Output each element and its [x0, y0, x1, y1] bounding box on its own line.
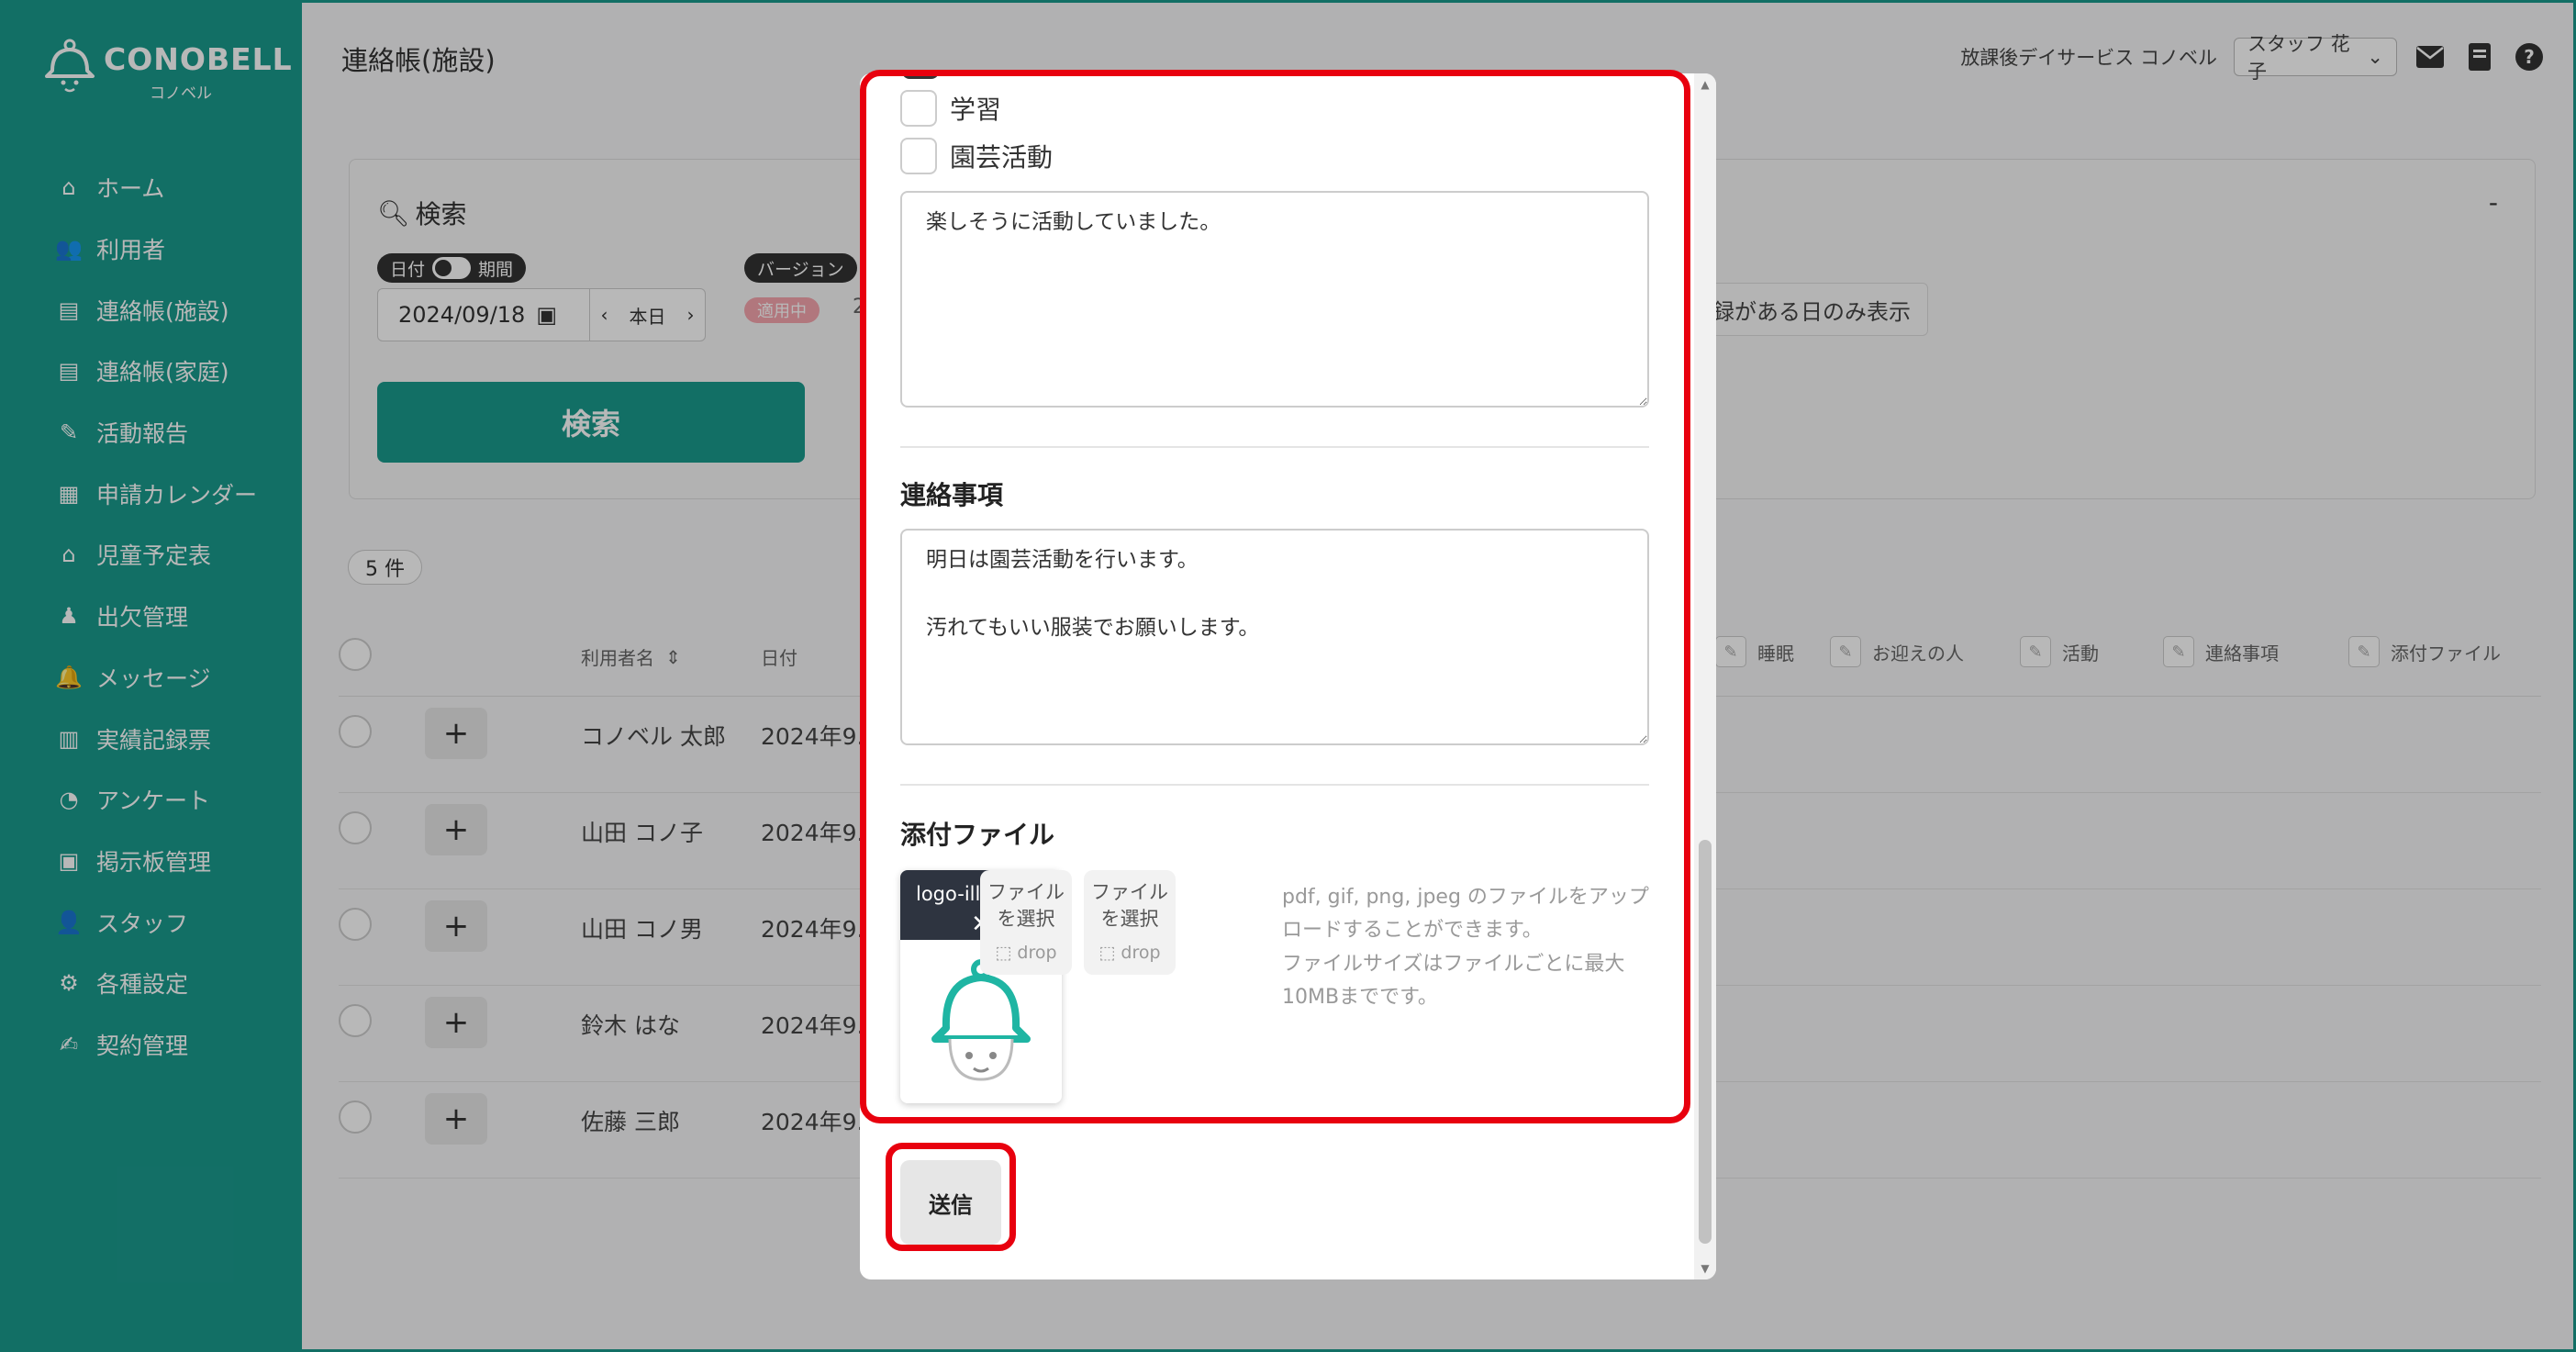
choose-file-button[interactable]: ファイル を選択 ⬚ drop: [980, 870, 1072, 975]
scroll-down-icon[interactable]: ▼: [1694, 1257, 1716, 1279]
drop-label: drop: [1017, 942, 1057, 963]
activity-option-study[interactable]: 学習: [900, 90, 1001, 127]
contact-textarea[interactable]: [900, 529, 1649, 745]
contact-label: 連絡事項: [900, 480, 1004, 510]
attachment-label: 添付ファイル: [900, 820, 1055, 850]
modal-scrollbar[interactable]: ▲ ▼: [1694, 73, 1716, 1279]
choose-file-button[interactable]: ファイル を選択 ⬚ drop: [1084, 870, 1176, 975]
divider: [900, 784, 1649, 786]
drop-icon: ⬚: [1098, 942, 1116, 963]
choose-file-label: ファイル を選択: [1091, 881, 1168, 931]
drop-label: drop: [1121, 942, 1161, 963]
file-upload-note: pdf, gif, png, jpeg のファイルをアップロードすることができま…: [1282, 886, 1649, 1009]
activity-note-textarea[interactable]: [900, 191, 1649, 408]
drop-zone-hint: ⬚ drop: [980, 941, 1072, 966]
notebook-edit-modal: 学習 園芸活動 連絡事項 添付ファイル logo-illust.jpg ✕ ファ…: [860, 73, 1716, 1279]
checked-checkbox-partial[interactable]: [902, 73, 939, 79]
scroll-thumb[interactable]: [1699, 840, 1712, 1244]
divider: [900, 446, 1649, 448]
choose-file-label: ファイル を選択: [987, 881, 1065, 931]
submit-button[interactable]: 送信: [900, 1160, 1001, 1245]
checkbox[interactable]: [900, 138, 937, 174]
activity-label: 学習: [950, 95, 1002, 125]
scroll-up-icon[interactable]: ▲: [1694, 73, 1716, 95]
activity-option-gardening[interactable]: 園芸活動: [900, 138, 1053, 174]
activity-label: 園芸活動: [950, 142, 1054, 173]
checkbox[interactable]: [900, 90, 937, 127]
drop-icon: ⬚: [995, 942, 1012, 963]
drop-zone-hint: ⬚ drop: [1084, 941, 1176, 966]
